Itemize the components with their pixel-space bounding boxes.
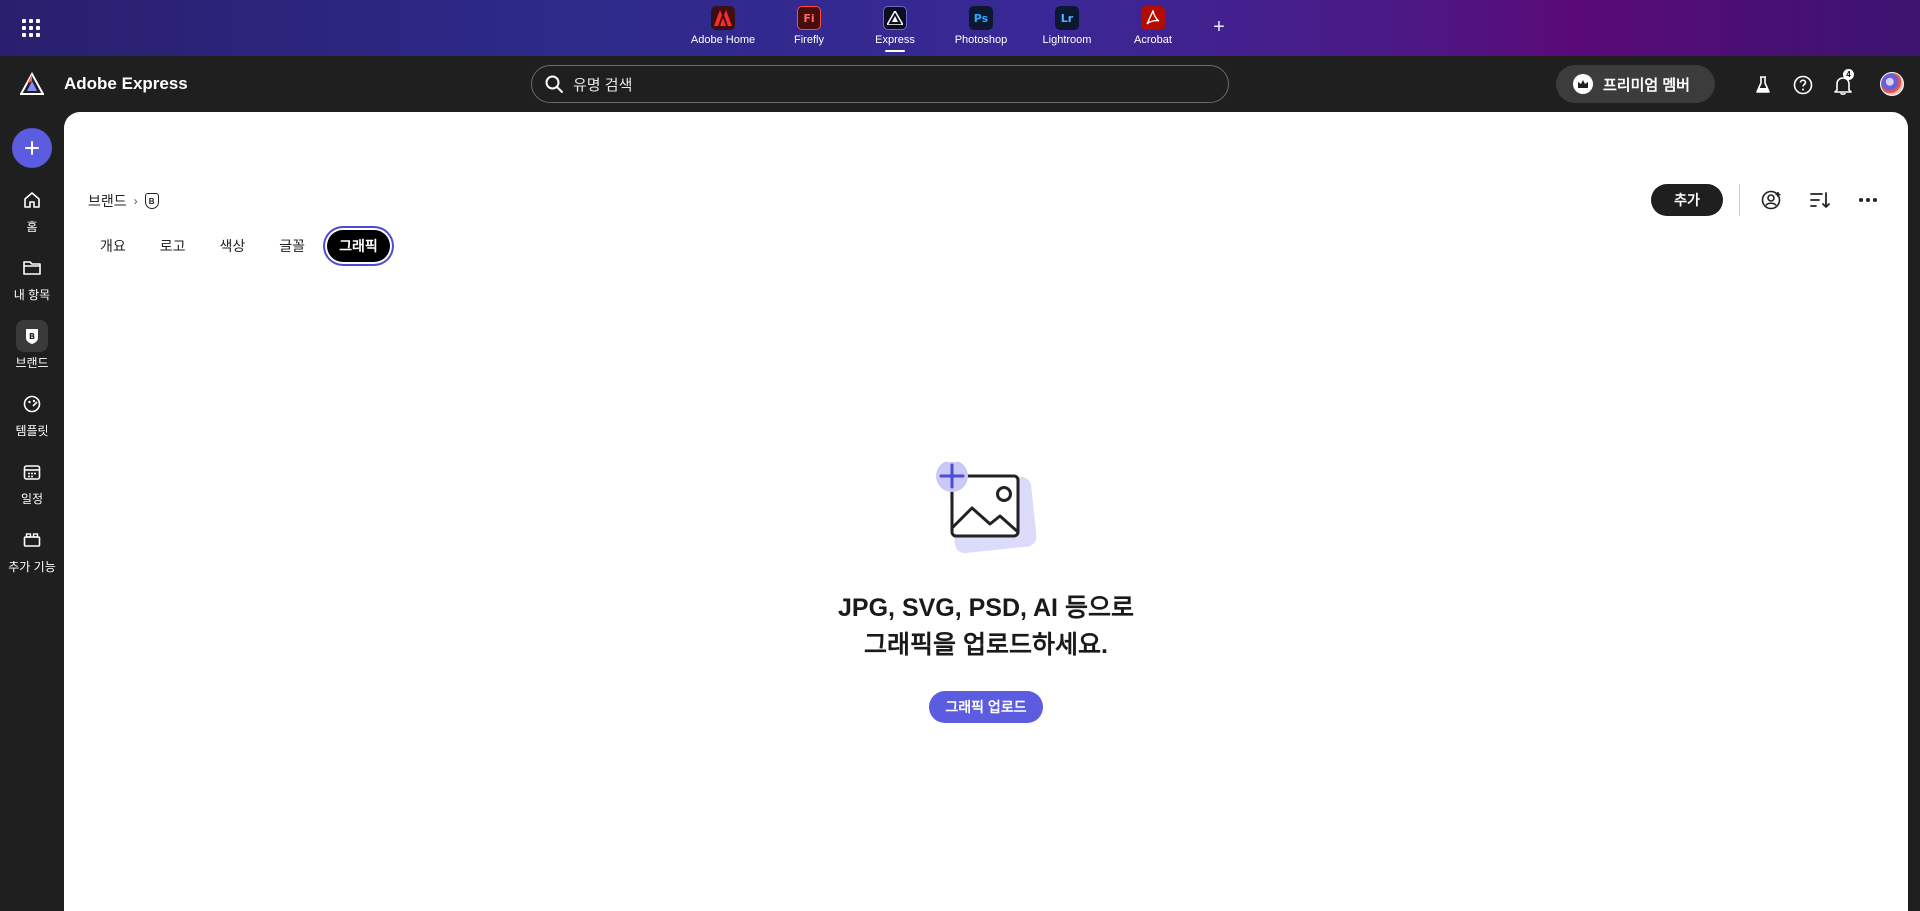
create-button[interactable] xyxy=(12,128,52,168)
avatar[interactable] xyxy=(1880,72,1904,96)
photoshop-icon: Ps xyxy=(969,6,993,30)
more-options-icon[interactable] xyxy=(1856,188,1880,212)
app-acrobat[interactable]: Acrobat xyxy=(1110,6,1196,50)
add-button[interactable]: 추가 xyxy=(1651,184,1723,216)
brand-name[interactable]: Adobe Express xyxy=(64,74,188,94)
labs-flask-icon[interactable] xyxy=(1752,74,1774,96)
app-label: Acrobat xyxy=(1134,34,1172,46)
crown-icon xyxy=(1573,74,1593,94)
acrobat-icon xyxy=(1141,6,1165,30)
express-icon xyxy=(883,6,907,30)
search-input[interactable]: 유명 검색 xyxy=(531,65,1229,103)
app-express[interactable]: Express xyxy=(852,6,938,52)
rail-label: 브랜드 xyxy=(15,356,49,370)
app-label: Lightroom xyxy=(1042,34,1092,46)
rail-label: 추가 기능 xyxy=(8,560,56,574)
calendar-icon xyxy=(16,456,48,488)
breadcrumb: 브랜드 › B xyxy=(88,191,159,211)
app-label: Photoshop xyxy=(954,34,1008,46)
left-rail: 홈 내 항목 B 브랜드 템플릿 일정 추가 기능 xyxy=(0,112,64,911)
premium-label: 프리미엄 멤버 xyxy=(1603,76,1690,94)
rail-item-addons[interactable]: 추가 기능 xyxy=(0,524,64,580)
empty-state-line1: JPG, SVG, PSD, AI 등으로 xyxy=(838,594,1134,622)
premium-member-button[interactable]: 프리미엄 멤버 xyxy=(1556,65,1715,103)
rail-item-brand[interactable]: B 브랜드 xyxy=(0,320,64,376)
rail-label: 내 항목 xyxy=(13,288,51,302)
app-switcher-bar: Adobe Home Fi Firefly Express Ps Photosh… xyxy=(0,0,1920,56)
rail-label: 일정 xyxy=(20,492,44,506)
app-list: Adobe Home Fi Firefly Express Ps Photosh… xyxy=(680,6,1196,52)
photoshop-glyph: Ps xyxy=(973,11,989,25)
app-label: Adobe Home xyxy=(690,34,756,46)
adobe-express-logo-icon[interactable] xyxy=(19,71,45,96)
breadcrumb-brand-link[interactable]: 브랜드 xyxy=(88,191,127,211)
tab-overview[interactable]: 개요 xyxy=(88,230,138,262)
plus-icon xyxy=(25,141,39,155)
lightroom-glyph: Lr xyxy=(1060,11,1074,25)
tab-colors[interactable]: 색상 xyxy=(208,230,258,262)
rail-item-schedule[interactable]: 일정 xyxy=(0,456,64,512)
tab-logos[interactable]: 로고 xyxy=(148,230,198,262)
home-icon xyxy=(16,184,48,216)
main-panel: 브랜드 › B 개요 로고 색상 글꼴 그래픽 추가 JPG, SVG, PSD… xyxy=(64,112,1908,911)
add-app-plus-icon[interactable]: + xyxy=(1208,16,1230,38)
adobe-home-icon xyxy=(711,6,735,30)
empty-state-title: JPG, SVG, PSD, AI 등으로 그래픽을 업로드하세요. xyxy=(64,590,1908,664)
brand-icon: B xyxy=(16,320,48,352)
app-lightroom[interactable]: Lr Lightroom xyxy=(1024,6,1110,50)
share-people-icon[interactable] xyxy=(1760,188,1784,212)
svg-text:B: B xyxy=(29,332,35,341)
lightroom-icon: Lr xyxy=(1055,6,1079,30)
app-grid-icon[interactable] xyxy=(22,19,40,37)
toolbar-divider xyxy=(1739,184,1740,216)
template-icon xyxy=(16,388,48,420)
sort-icon[interactable] xyxy=(1808,188,1832,212)
folder-icon xyxy=(16,252,48,284)
rail-label: 템플릿 xyxy=(15,424,49,438)
app-adobe-home[interactable]: Adobe Home xyxy=(680,6,766,50)
tab-fonts[interactable]: 글꼴 xyxy=(267,230,317,262)
app-label: Firefly xyxy=(794,34,824,46)
firefly-icon: Fi xyxy=(797,6,821,30)
rail-label: 홈 xyxy=(26,220,38,234)
search-placeholder: 유명 검색 xyxy=(573,76,633,94)
tab-bar: 개요 로고 색상 글꼴 그래픽 xyxy=(88,230,390,262)
rail-item-my-stuff[interactable]: 내 항목 xyxy=(0,252,64,308)
chevron-right-icon: › xyxy=(133,194,138,208)
tab-graphics[interactable]: 그래픽 xyxy=(327,230,390,262)
notification-badge: 4 xyxy=(1843,69,1854,80)
notifications-bell-icon[interactable]: 4 xyxy=(1832,69,1854,96)
rail-item-templates[interactable]: 템플릿 xyxy=(0,388,64,444)
empty-state-line2: 그래픽을 업로드하세요. xyxy=(864,631,1108,659)
upload-graphic-button[interactable]: 그래픽 업로드 xyxy=(929,691,1043,723)
app-label: Express xyxy=(875,34,915,46)
firefly-glyph: Fi xyxy=(803,11,815,25)
app-firefly[interactable]: Fi Firefly xyxy=(766,6,852,50)
app-photoshop[interactable]: Ps Photoshop xyxy=(938,6,1024,50)
rail-item-home[interactable]: 홈 xyxy=(0,184,64,240)
addons-icon xyxy=(16,524,48,556)
brand-badge-icon[interactable]: B xyxy=(144,193,159,209)
help-icon[interactable] xyxy=(1792,74,1814,96)
header: Adobe Express 유명 검색 프리미엄 멤버 4 xyxy=(0,56,1920,112)
search-icon xyxy=(545,75,563,93)
upload-graphic-illustration-icon xyxy=(934,460,1044,562)
